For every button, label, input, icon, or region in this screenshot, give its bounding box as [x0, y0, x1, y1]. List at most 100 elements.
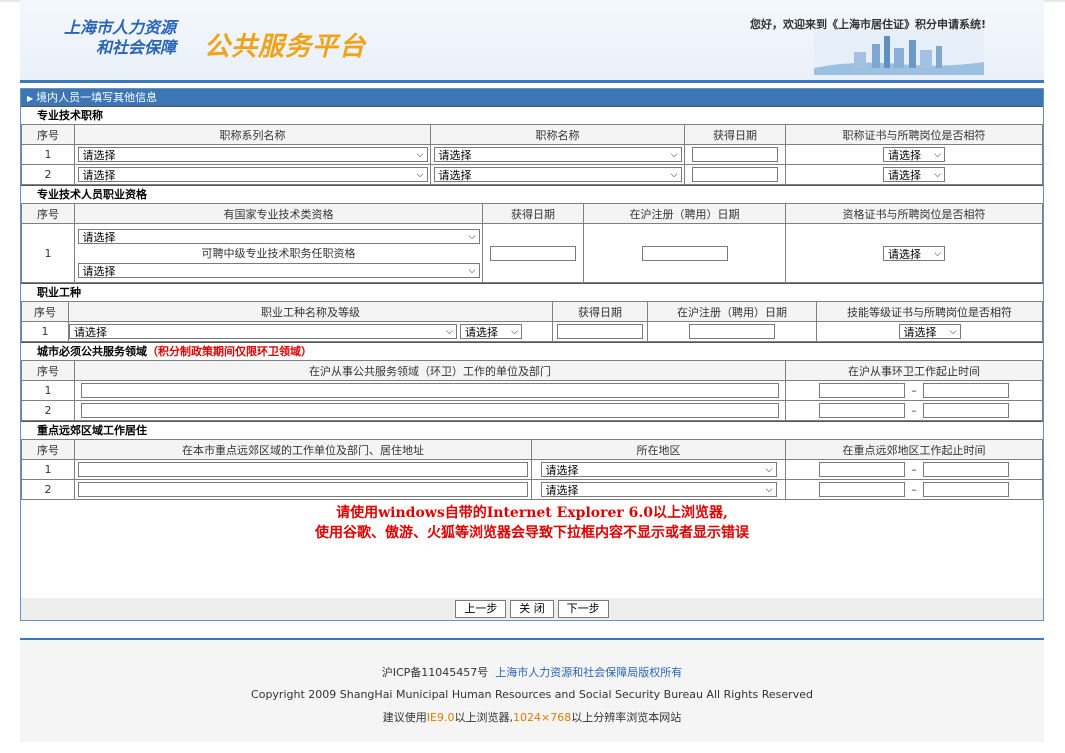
col-header: 获得日期	[482, 203, 584, 224]
select-value: 请选择	[545, 484, 579, 497]
select-value: 请选择	[903, 326, 937, 339]
occupation-level-select[interactable]: 请选择 ⌵	[460, 324, 522, 339]
select-value: 请选择	[888, 247, 921, 261]
service-start-input[interactable]	[819, 403, 906, 418]
chevron-down-icon: ⌵	[416, 150, 424, 160]
col-header: 获得日期	[684, 124, 786, 145]
close-button[interactable]: 关 闭	[510, 600, 554, 618]
qualification-match-select[interactable]: 请选择 ⌵	[883, 245, 945, 261]
title-series-select[interactable]: 请选择 ⌵	[77, 167, 428, 182]
title-name-select[interactable]: 请选择 ⌵	[433, 167, 682, 182]
row-index: 1	[21, 223, 75, 283]
skill-match-select[interactable]: 请选择 ⌵	[898, 324, 961, 339]
table-header-row: 序号 职称系列名称 职称名称 获得日期 职称证书与所聘岗位是否相符	[21, 124, 1043, 145]
public-service-note: （积分制政策期间仅限环卫领域）	[147, 345, 312, 358]
title-match-select[interactable]: 请选择 ⌵	[883, 167, 945, 182]
obtain-date-input[interactable]	[692, 147, 778, 162]
obtain-date-input[interactable]	[692, 167, 778, 182]
service-unit-input[interactable]	[81, 403, 779, 418]
row-index: 1	[21, 321, 69, 342]
table-row: 2 –	[21, 400, 1043, 421]
chevron-down-icon: ⌵	[765, 485, 773, 495]
col-header: 职业工种名称及等级	[68, 301, 553, 322]
select-value: 请选择	[438, 169, 472, 182]
col-header: 职称证书与所聘岗位是否相符	[785, 124, 1043, 145]
logo-text: 上海市人力资源 和社会保障	[64, 18, 176, 58]
suburb-unit-input[interactable]	[78, 482, 528, 497]
section-title-public-service: 城市必须公共服务领域（积分制政策期间仅限环卫领域）	[21, 342, 1043, 360]
section-title-suburb: 重点远郊区域工作居住	[21, 421, 1043, 439]
table-row: 2 请选择 ⌵ –	[21, 479, 1043, 500]
service-end-input[interactable]	[922, 403, 1009, 418]
footer-line1: 沪ICP备11045457号 上海市人力资源和社会保障局版权所有	[20, 664, 1044, 680]
table-row: 1 请选择 ⌵ –	[21, 459, 1043, 480]
chevron-down-icon: ⌵	[670, 170, 678, 180]
prev-button[interactable]: 上一步	[455, 600, 507, 618]
occupation-name-select[interactable]: 请选择 ⌵	[69, 324, 457, 339]
national-qualification-select[interactable]: 请选择 ⌵	[77, 228, 480, 244]
footer-copyright: Copyright 2009 ShangHai Municipal Human …	[251, 688, 813, 701]
title-name-select[interactable]: 请选择 ⌵	[433, 147, 682, 162]
select-value: 请选择	[438, 149, 472, 162]
chevron-down-icon: ⌵	[468, 265, 476, 276]
tip-ie: IE9.0	[426, 711, 455, 724]
col-header: 获得日期	[552, 301, 648, 322]
registration-date-input[interactable]	[641, 245, 728, 261]
middle-qualification-label: 可聘中级专业技术职务任职资格	[201, 246, 356, 260]
tip-text: 以上分辨率浏览本网站	[571, 711, 682, 724]
range-dash: –	[911, 383, 917, 397]
suburb-start-input[interactable]	[819, 462, 906, 477]
title-match-select[interactable]: 请选择 ⌵	[883, 147, 945, 162]
col-header: 在沪从事公共服务领域（环卫）工作的单位及部门	[74, 360, 786, 381]
service-start-input[interactable]	[819, 383, 906, 398]
table-row: 1 请选择 ⌵ 请选择 ⌵ 请选择 ⌵	[21, 144, 1043, 165]
suburb-end-input[interactable]	[922, 482, 1009, 497]
row-index: 1	[21, 459, 75, 480]
col-header: 序号	[21, 439, 75, 460]
suburb-start-input[interactable]	[819, 482, 906, 497]
qualification-table: 序号 有国家专业技术类资格 获得日期 在沪注册（聘用）日期 资格证书与所聘岗位是…	[21, 203, 1043, 283]
icp-number: 沪ICP备11045457号	[381, 666, 489, 679]
table-header-row: 序号 在本市重点远郊区域的工作单位及部门、居住地址 所在地区 在重点远郊地区工作…	[21, 439, 1043, 460]
copyright-owner-link[interactable]: 上海市人力资源和社会保障局版权所有	[495, 666, 682, 679]
chevron-down-icon: ⌵	[765, 465, 773, 475]
service-end-input[interactable]	[922, 383, 1009, 398]
row-index: 1	[21, 144, 75, 165]
col-header: 在本市重点远郊区域的工作单位及部门、居住地址	[74, 439, 532, 460]
chevron-down-icon: ⌵	[416, 170, 424, 180]
public-service-title: 城市必须公共服务领域	[37, 345, 147, 358]
service-unit-input[interactable]	[81, 383, 779, 398]
row-index: 2	[21, 164, 75, 185]
col-header: 序号	[21, 203, 75, 224]
table-row: 1 –	[21, 380, 1043, 401]
chevron-down-icon: ⌵	[468, 231, 476, 242]
tip-text: 建议使用	[382, 711, 427, 724]
suburb-end-input[interactable]	[922, 462, 1009, 477]
suburb-unit-input[interactable]	[78, 462, 528, 477]
logo-platform: 公共服务平台	[204, 32, 367, 62]
row-index: 1	[21, 380, 75, 401]
occupation-date-input[interactable]	[557, 324, 643, 339]
select-value: 请选择	[545, 464, 579, 477]
qualification-date-input[interactable]	[490, 245, 576, 261]
chevron-down-icon: ⌵	[934, 170, 941, 180]
district-select[interactable]: 请选择 ⌵	[540, 462, 777, 477]
district-select[interactable]: 请选择 ⌵	[540, 482, 777, 497]
col-header: 职称名称	[430, 124, 685, 145]
occupation-registration-input[interactable]	[689, 324, 775, 339]
range-dash: –	[911, 462, 917, 476]
col-header: 有国家专业技术类资格	[74, 203, 483, 224]
public-service-table: 序号 在沪从事公共服务领域（环卫）工作的单位及部门 在沪从事环卫工作起止时间 1…	[21, 360, 1043, 421]
title-series-select[interactable]: 请选择 ⌵	[77, 147, 428, 162]
button-bar: 上一步 关 闭 下一步	[21, 598, 1043, 620]
next-button[interactable]: 下一步	[557, 600, 609, 618]
middle-qualification-select[interactable]: 请选择 ⌵	[77, 262, 480, 278]
select-value: 请选择	[82, 230, 116, 244]
chevron-down-icon: ⌵	[511, 327, 518, 337]
table-row: 1 请选择 ⌵ 请选择 ⌵ 请选择 ⌵	[21, 321, 1043, 342]
section-title-qualification: 专业技术人员职业资格	[21, 185, 1043, 203]
professional-title-table: 序号 职称系列名称 职称名称 获得日期 职称证书与所聘岗位是否相符 1 请选择 ⌵…	[21, 124, 1043, 185]
skyline-banner-icon	[814, 30, 984, 75]
select-value: 请选择	[82, 169, 116, 182]
range-dash: –	[911, 482, 917, 496]
